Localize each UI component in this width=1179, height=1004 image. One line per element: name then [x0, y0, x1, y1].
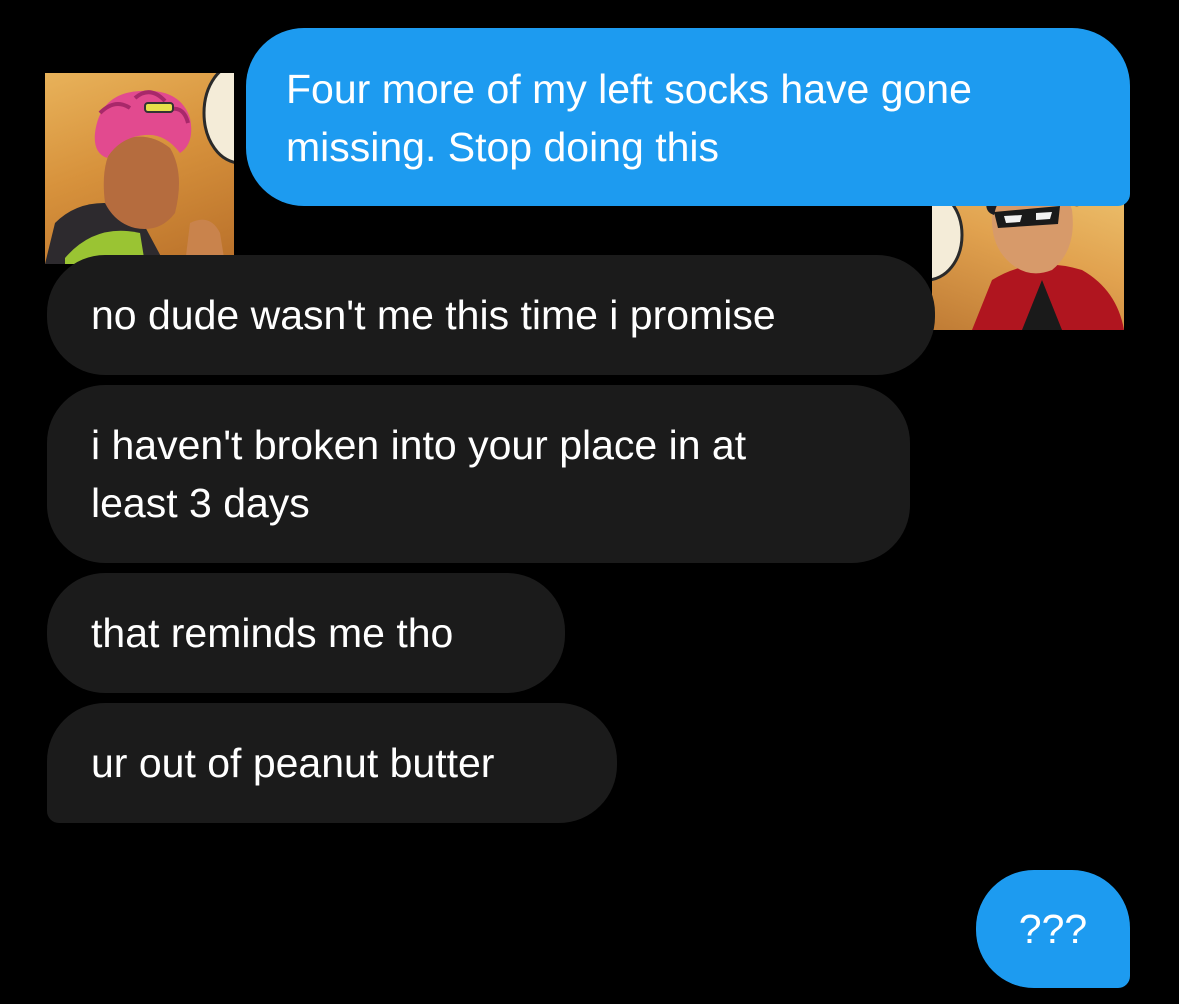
comic-character-pink-hair-avatar-icon [45, 73, 234, 264]
avatar-left [45, 73, 234, 264]
message-bubble-received[interactable]: i haven't broken into your place in at l… [47, 385, 910, 563]
message-bubble-received[interactable]: that reminds me tho [47, 573, 565, 693]
message-bubble-received[interactable]: ur out of peanut butter [47, 703, 617, 823]
message-bubble-received[interactable]: no dude wasn't me this time i promise [47, 255, 935, 375]
message-bubble-sent[interactable]: ??? [976, 870, 1130, 988]
message-bubble-sent[interactable]: Four more of my left socks have gone mis… [246, 28, 1130, 206]
